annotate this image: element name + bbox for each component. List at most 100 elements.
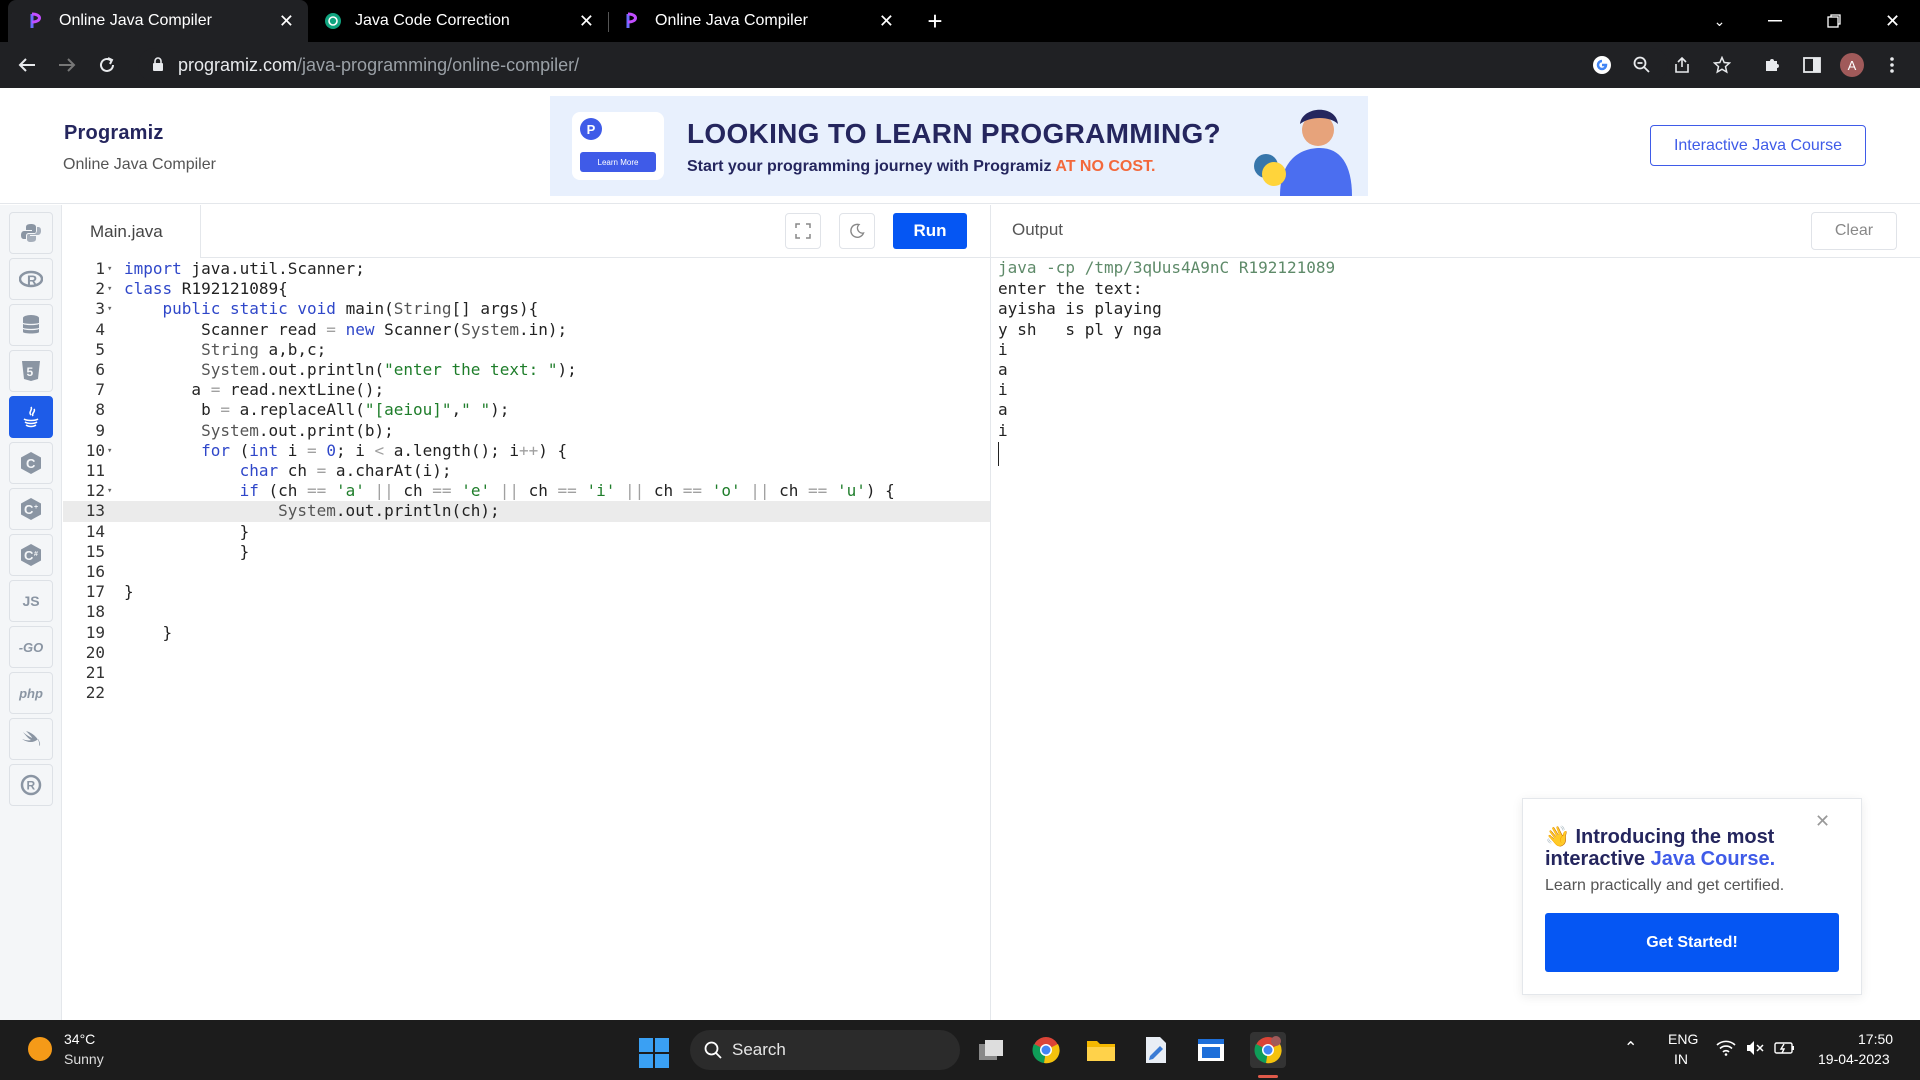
rust-icon[interactable]: R [9,764,53,806]
banner-learn-more-button[interactable]: Learn More [580,152,656,172]
fold-toggle-icon[interactable]: ▾ [107,481,112,501]
code-line[interactable]: 18 [63,602,990,622]
back-button[interactable] [12,50,42,80]
chevron-up-icon[interactable]: ⌃ [1624,1038,1637,1058]
new-tab-button[interactable]: + [920,0,950,42]
svg-text:C: C [26,456,36,471]
output-line: a [998,400,1008,420]
store-window-icon[interactable] [1195,1034,1227,1066]
interactive-java-course-button[interactable]: Interactive Java Course [1650,125,1866,166]
browser-tab-1[interactable]: Online Java Compiler ✕ [8,0,308,42]
code-line[interactable]: 19 } [63,623,990,643]
cpp-icon[interactable]: C + [9,488,53,530]
python-icon[interactable] [9,212,53,254]
fullscreen-button[interactable] [785,213,821,249]
restore-button[interactable] [1806,0,1861,42]
forward-button[interactable] [52,50,82,80]
close-window-button[interactable]: ✕ [1865,0,1920,42]
close-tab-icon[interactable]: ✕ [279,11,294,31]
code-line[interactable]: 8 b = a.replaceAll("[aeiou]"," "); [63,400,990,420]
code-line[interactable]: 2 ▾ class R192121089{ [63,279,990,299]
logo-text: Programiz [64,122,164,144]
html-icon[interactable]: 5 [9,350,53,392]
code-editor[interactable]: 1 ▾ import java.util.Scanner; 2 ▾ class R1921… [63,258,990,1020]
code-line[interactable]: 11 char ch = a.charAt(i); [63,461,990,481]
clear-button[interactable]: Clear [1811,212,1897,250]
php-icon[interactable]: php [9,672,53,714]
zoom-icon[interactable] [1629,52,1655,78]
clock-time[interactable]: 17:50 [1858,1031,1893,1047]
code-line[interactable]: 16 [63,562,990,582]
region-indicator[interactable]: IN [1674,1051,1688,1067]
task-view-icon[interactable] [975,1034,1007,1066]
windows-start-icon[interactable] [638,1037,670,1069]
bookmark-star-icon[interactable] [1709,52,1735,78]
run-button[interactable]: Run [893,213,967,249]
programiz-favicon-icon [624,12,642,30]
code-line[interactable]: 3 ▾ public static void main(String[] args… [63,299,990,319]
code-line[interactable]: 17} [63,582,990,602]
close-tab-icon[interactable]: ✕ [879,11,894,31]
profile-avatar[interactable]: A [1839,52,1865,78]
code-line[interactable]: 1 ▾ import java.util.Scanner; [63,259,990,279]
chrome-menu-icon[interactable] [1879,52,1905,78]
volume-muted-icon[interactable] [1746,1040,1764,1056]
browser-tab-3[interactable]: Online Java Compiler ✕ [610,0,908,42]
fold-toggle-icon[interactable]: ▾ [107,259,112,279]
google-lens-icon[interactable] [1589,52,1615,78]
side-panel-icon[interactable] [1799,52,1825,78]
battery-charging-icon[interactable] [1774,1040,1796,1056]
language-indicator[interactable]: ENG [1668,1031,1698,1047]
code-line[interactable]: 6 System.out.println("enter the text: ")… [63,360,990,380]
r-icon[interactable]: R [9,258,53,300]
taskbar-search[interactable]: Search [690,1030,960,1070]
c-icon[interactable]: C [9,442,53,484]
lock-icon[interactable] [152,57,164,77]
sql-icon[interactable] [9,304,53,346]
java-icon[interactable] [9,396,53,438]
code-line[interactable]: 15 } [63,542,990,562]
code-line[interactable]: 21 [63,663,990,683]
banner-sub-highlight: AT NO COST. [1055,158,1156,175]
code-line[interactable]: 5 String a,b,c; [63,340,990,360]
swift-icon[interactable] [9,718,53,760]
chrome-profile-taskbar-icon[interactable] [1250,1032,1286,1068]
file-editor-icon[interactable] [1140,1034,1172,1066]
code-line[interactable]: 20 [63,643,990,663]
code-line[interactable]: 13 System.out.println(ch); [63,501,990,522]
code-text: if (ch == 'a' || ch == 'e' || ch == 'i' … [239,481,895,501]
clock-date[interactable]: 19-04-2023 [1818,1051,1890,1067]
ad-banner[interactable]: P Learn More LOOKING TO LEARN PROGRAMMIN… [550,96,1368,196]
sun-icon[interactable] [28,1037,52,1061]
code-line[interactable]: 14 } [63,522,990,542]
extensions-icon[interactable] [1759,52,1785,78]
csharp-icon[interactable]: C # [9,534,53,576]
get-started-button[interactable]: Get Started! [1545,913,1839,972]
code-line[interactable]: 10 ▾ for (int i = 0; i < a.length(); i++)… [63,441,990,461]
dark-mode-button[interactable] [839,213,875,249]
chrome-icon[interactable] [1030,1034,1062,1066]
code-line[interactable]: 4 Scanner read = new Scanner(System.in); [63,320,990,340]
js-icon[interactable]: JS [9,580,53,622]
close-tab-icon[interactable]: ✕ [579,11,594,31]
code-line[interactable]: 12 ▾ if (ch == 'a' || ch == 'e' || ch == … [63,481,990,501]
address-bar[interactable]: programiz.com/java-programming/online-co… [138,48,1668,82]
fold-toggle-icon[interactable]: ▾ [107,299,112,319]
file-explorer-icon[interactable] [1085,1034,1117,1066]
code-line[interactable]: 22 [63,683,990,703]
code-line[interactable]: 7 a = read.nextLine(); [63,380,990,400]
minimize-button[interactable] [1747,0,1802,42]
go-icon[interactable]: -GO [9,626,53,668]
browser-tab-2[interactable]: Java Code Correction ✕ [310,0,608,42]
fold-toggle-icon[interactable]: ▾ [107,279,112,299]
share-icon[interactable] [1669,52,1695,78]
tab-search-chevron-icon[interactable]: ⌄ [1692,0,1747,42]
line-number: 5 [95,339,105,359]
file-tab-main-java[interactable]: Main.java [63,205,201,258]
programiz-logo[interactable]: Programiz [64,122,164,145]
fold-toggle-icon[interactable]: ▾ [107,441,112,461]
code-line[interactable]: 9 System.out.print(b); [63,421,990,441]
weather-temperature[interactable]: 34°C [64,1031,95,1047]
wifi-icon[interactable] [1716,1040,1736,1056]
reload-button[interactable] [92,50,122,80]
